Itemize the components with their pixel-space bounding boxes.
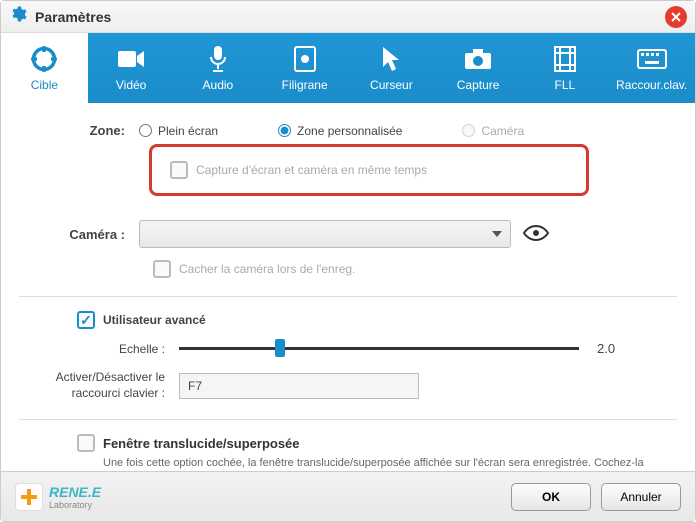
tab-cible[interactable]: Cible (1, 33, 88, 103)
video-icon (117, 44, 145, 74)
tab-bar: Cible Vidéo Audio Filigrane Curseur Capt… (1, 33, 695, 103)
tab-capture[interactable]: Capture (435, 33, 522, 103)
radio-camera: Caméra (462, 124, 524, 138)
film-icon (553, 44, 577, 74)
checkbox-icon (153, 260, 171, 278)
checkbox-hide-camera: Cacher la caméra lors de l'enreg. (153, 260, 677, 278)
keyboard-icon (637, 44, 667, 74)
tab-raccourci[interactable]: Raccour.clav. (608, 33, 695, 103)
hotkey-input[interactable]: F7 (179, 373, 419, 399)
close-button[interactable] (665, 6, 687, 28)
tab-filigrane[interactable]: Filigrane (261, 33, 348, 103)
camera-select[interactable] (139, 220, 511, 248)
camera-icon (464, 44, 492, 74)
microphone-icon (208, 44, 228, 74)
zone-label: Zone: (19, 123, 139, 138)
divider (19, 296, 677, 297)
divider (19, 419, 677, 420)
radio-fullscreen[interactable]: Plein écran (139, 124, 218, 138)
hotkey-label: Activer/Désactiver le raccourci clavier … (19, 370, 179, 401)
scale-value: 2.0 (597, 341, 615, 356)
tab-label: Cible (31, 78, 58, 92)
tab-label: Capture (457, 78, 500, 92)
checkbox-icon (77, 434, 95, 452)
tab-label: Vidéo (116, 78, 146, 92)
target-icon (30, 44, 58, 74)
scale-label: Echelle : (19, 342, 179, 356)
hotkey-row: Activer/Désactiver le raccourci clavier … (19, 370, 677, 401)
gear-icon (9, 5, 27, 28)
footer: RENE.E Laboratory OK Annuler (1, 471, 695, 521)
brand-text: RENE.E Laboratory (49, 484, 101, 510)
content-area: Zone: Plein écran Zone personnalisée Cam… (1, 103, 695, 487)
camera-label: Caméra : (19, 227, 139, 242)
brand-logo-icon (15, 483, 43, 511)
checkbox-icon (170, 161, 188, 179)
tab-label: FLL (555, 78, 576, 92)
tab-label: Raccour.clav. (616, 78, 687, 92)
checkbox-capture-both: Capture d'écran et caméra en même temps (170, 161, 568, 179)
tab-curseur[interactable]: Curseur (348, 33, 435, 103)
camera-row: Caméra : (19, 220, 677, 248)
checkbox-translucent[interactable]: Fenêtre translucide/superposée (77, 434, 677, 452)
window-title: Paramètres (35, 9, 665, 25)
tab-label: Filigrane (282, 78, 328, 92)
watermark-icon (293, 44, 317, 74)
zone-row: Zone: Plein écran Zone personnalisée Cam… (19, 123, 677, 138)
highlight-box: Capture d'écran et caméra en même temps (149, 144, 589, 196)
slider-thumb[interactable] (275, 339, 285, 357)
tab-audio[interactable]: Audio (175, 33, 262, 103)
brand: RENE.E Laboratory (15, 483, 501, 511)
cancel-button[interactable]: Annuler (601, 483, 681, 511)
checkbox-advanced-user[interactable]: Utilisateur avancé (77, 311, 677, 329)
eye-icon (523, 224, 549, 242)
ok-button[interactable]: OK (511, 483, 591, 511)
chevron-down-icon (492, 231, 502, 237)
tab-video[interactable]: Vidéo (88, 33, 175, 103)
radio-custom-zone[interactable]: Zone personnalisée (278, 124, 402, 138)
tab-label: Curseur (370, 78, 413, 92)
tab-label: Audio (203, 78, 234, 92)
cursor-icon (381, 44, 401, 74)
scale-slider[interactable] (179, 347, 579, 350)
titlebar: Paramètres (1, 1, 695, 33)
scale-row: Echelle : 2.0 (19, 341, 677, 356)
preview-button[interactable] (523, 224, 549, 245)
tab-fll[interactable]: FLL (522, 33, 609, 103)
checkbox-checked-icon (77, 311, 95, 329)
